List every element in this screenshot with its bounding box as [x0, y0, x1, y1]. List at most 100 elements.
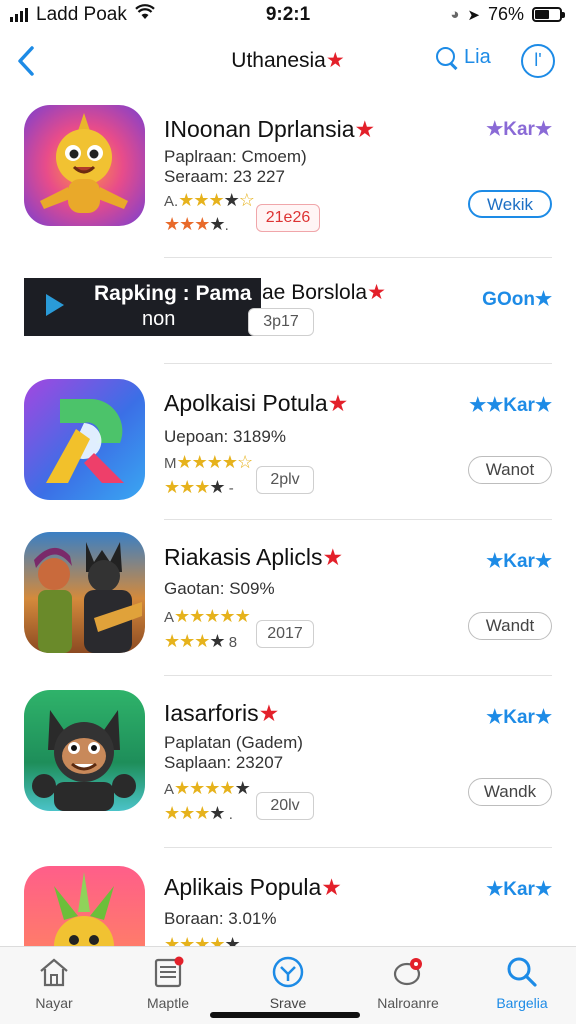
rating-label: ★Kar★ — [486, 551, 552, 572]
red-star-icon: ★ — [321, 874, 342, 900]
star-rating: M★★★★☆ — [164, 452, 253, 472]
rating-label: ★★Kar★ — [469, 395, 552, 416]
search-label: Lia — [464, 46, 491, 68]
app-title[interactable]: Iasarforis★ — [164, 700, 279, 727]
chat-bubble-icon — [391, 955, 425, 989]
red-star-icon: ★ — [325, 49, 345, 72]
app-icon-logo[interactable] — [24, 379, 145, 500]
status-right: ◕ ➤ 76% — [450, 4, 565, 25]
get-button[interactable]: Wekik — [468, 190, 552, 218]
rating-text: Kar — [503, 119, 535, 140]
profile-button[interactable]: l' — [521, 44, 555, 78]
app-subtitle: Seraam: 23 227 — [164, 167, 285, 186]
star-rating: ★★★★★ — [164, 934, 241, 946]
red-star-icon: ★ — [367, 281, 386, 304]
list-item[interactable]: INoonan Dprlansia★ Paplraan: Cmoem) Sera… — [0, 100, 576, 258]
rating-prefix: A — [164, 781, 175, 798]
app-title[interactable]: ae Borslola★ — [262, 280, 386, 305]
profile-icon: l' — [534, 50, 542, 70]
star-rating: A★★★★★ — [164, 778, 251, 798]
red-star-icon: ★ — [327, 390, 349, 416]
star-rating: A★★★★★ — [164, 606, 251, 626]
compass-icon — [271, 955, 305, 989]
search-button[interactable]: Lia — [436, 46, 491, 69]
app-icon-cat[interactable] — [24, 690, 145, 811]
app-title-text: INoonan Dprlansia — [164, 116, 355, 142]
app-title-text: Aplikais Popula — [164, 874, 322, 900]
battery-percent: 76% — [487, 4, 524, 24]
list-item[interactable]: Iasarforis★ Paplatan (Gadem) Saplaan: 23… — [0, 676, 576, 848]
app-subtitle: Gaotan: S09% — [164, 579, 275, 598]
rating-label: ★Kar★ — [486, 119, 552, 140]
count-badge: 2017 — [256, 620, 314, 648]
app-title-text: ae Borslola — [262, 281, 368, 304]
star-rating: ★★★★ . — [164, 803, 233, 823]
tab-news[interactable]: Maptle — [118, 955, 218, 1011]
count-badge: 2plv — [256, 466, 314, 494]
lock-rotation-icon: ◕ — [450, 6, 460, 23]
banner-title: Rapking : Pama — [94, 282, 252, 305]
app-subtitle: Saplaan: 23207 — [164, 753, 284, 772]
banner-subtitle: non — [142, 308, 176, 330]
count-badge: 21e26 — [256, 204, 320, 232]
get-button[interactable]: Wandt — [468, 612, 552, 640]
app-title[interactable]: INoonan Dprlansia★ — [164, 116, 375, 143]
tab-save[interactable]: Srave — [238, 955, 338, 1011]
app-title[interactable]: Apolkaisi Potula★ — [164, 390, 348, 417]
count-badge: 3p17 — [248, 308, 314, 336]
star-rating: ★★★★. — [164, 214, 229, 234]
rating-label: GOon★ — [482, 289, 552, 310]
home-icon — [37, 955, 71, 989]
rating-prefix: M — [164, 455, 177, 472]
get-button[interactable]: Wandk — [468, 778, 552, 806]
app-icon-heroes[interactable] — [24, 532, 145, 653]
get-button[interactable]: Wanot — [468, 456, 552, 484]
tab-bar: Nayar Maptle Srave Nalroanre Bargelia — [0, 946, 576, 1024]
tab-label: Nayar — [35, 995, 73, 1011]
tab-label: Maptle — [146, 995, 190, 1011]
rating-text: Kar — [503, 551, 535, 572]
play-icon — [46, 294, 64, 316]
rating-text: Kar — [503, 707, 535, 728]
tab-label: Bargelia — [496, 995, 548, 1011]
list-item[interactable]: Riakasis Aplicls★ Gaotan: S09% A★★★★★ ★★… — [0, 520, 576, 676]
tab-home[interactable]: Nayar — [4, 955, 104, 1011]
promo-banner[interactable]: Rapking : Pama non — [24, 278, 261, 336]
page-title-text: Uthanesia — [231, 49, 326, 72]
home-indicator — [210, 1012, 360, 1018]
list-item[interactable]: Rapking : Pama non ae Borslola★ 3p17 GOo… — [0, 258, 576, 364]
red-star-icon: ★ — [322, 544, 344, 570]
document-icon — [151, 955, 185, 989]
tab-label: Nalroanre — [377, 995, 439, 1011]
rating-text: Kar — [503, 395, 535, 416]
red-star-icon: ★ — [258, 700, 280, 726]
app-title[interactable]: Riakasis Aplicls★ — [164, 544, 343, 571]
location-icon: ➤ — [467, 6, 480, 24]
tab-search[interactable]: Bargelia — [472, 955, 572, 1011]
battery-icon — [532, 7, 565, 22]
app-subtitle: Boraan: 3.01% — [164, 909, 277, 928]
list-item[interactable]: Aplikais Popula★ Boraan: 3.01% ★★★★★ ★ Ka… — [0, 848, 576, 946]
app-title[interactable]: Aplikais Popula★ — [164, 874, 342, 901]
app-icon-creature[interactable] — [24, 105, 145, 226]
rating-label: ★Kar★ — [486, 707, 552, 728]
red-star-icon: ★ — [354, 116, 376, 142]
rating-prefix: A. — [164, 193, 179, 210]
tab-label: Srave — [269, 995, 307, 1011]
star-rating: ★★★★ 8 — [164, 631, 238, 651]
app-icon-fruit[interactable] — [24, 866, 145, 946]
count-badge: 20lv — [256, 792, 314, 820]
rating-text: Kar — [503, 879, 535, 900]
list-item[interactable]: Apolkaisi Potula★ Uepoan: 3189% M★★★★☆ ★… — [0, 364, 576, 520]
app-title-text: Apolkaisi Potula — [164, 390, 328, 416]
app-subtitle: Paplraan: Cmoem) — [164, 147, 307, 166]
rating-text: GOon — [482, 289, 535, 310]
tab-notifications[interactable]: Nalroanre — [358, 955, 458, 1011]
star-rating: A.★★★★☆ — [164, 190, 255, 210]
app-subtitle: Uepoan: 3189% — [164, 427, 286, 446]
app-title-text: Riakasis Aplicls — [164, 544, 323, 570]
search-icon — [436, 46, 458, 69]
star-rating: ★★★★ - — [164, 477, 234, 497]
status-bar: Ladd Poak 9:2:1 ◕ ➤ 76% — [0, 0, 576, 30]
app-title-text: Iasarforis — [164, 700, 259, 726]
